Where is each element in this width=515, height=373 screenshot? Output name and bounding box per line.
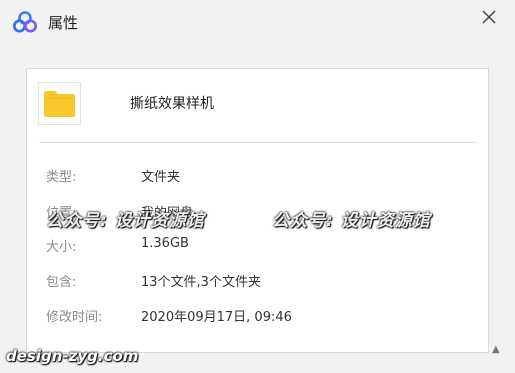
close-icon xyxy=(482,10,496,24)
modified-time-label: 修改时间: xyxy=(46,310,103,325)
cloud-logo-icon xyxy=(13,11,37,33)
contains-value: 13个文件,3个文件夹 xyxy=(141,275,261,290)
watermark-right: 公众号: 设计资源馆 xyxy=(272,211,431,231)
file-icon-box xyxy=(38,82,81,125)
size-label: 大小: xyxy=(46,240,77,255)
folder-icon xyxy=(44,91,75,117)
resize-grip-icon: ▲ xyxy=(492,344,500,355)
window-title: 属性 xyxy=(48,14,79,32)
file-name: 撕纸效果样机 xyxy=(130,96,214,112)
close-button[interactable] xyxy=(475,3,503,31)
title-bar: 属性 xyxy=(0,0,515,44)
watermark-left: 公众号: 设计资源馆 xyxy=(46,211,205,231)
size-value: 1.36GB xyxy=(141,236,189,251)
type-label: 类型: xyxy=(46,170,77,185)
type-value: 文件夹 xyxy=(141,170,181,185)
divider xyxy=(39,142,477,143)
contains-label: 包含: xyxy=(46,275,77,290)
site-watermark: design-zyg.com xyxy=(6,347,139,365)
modified-time-value: 2020年09月17日, 09:46 xyxy=(141,310,292,325)
